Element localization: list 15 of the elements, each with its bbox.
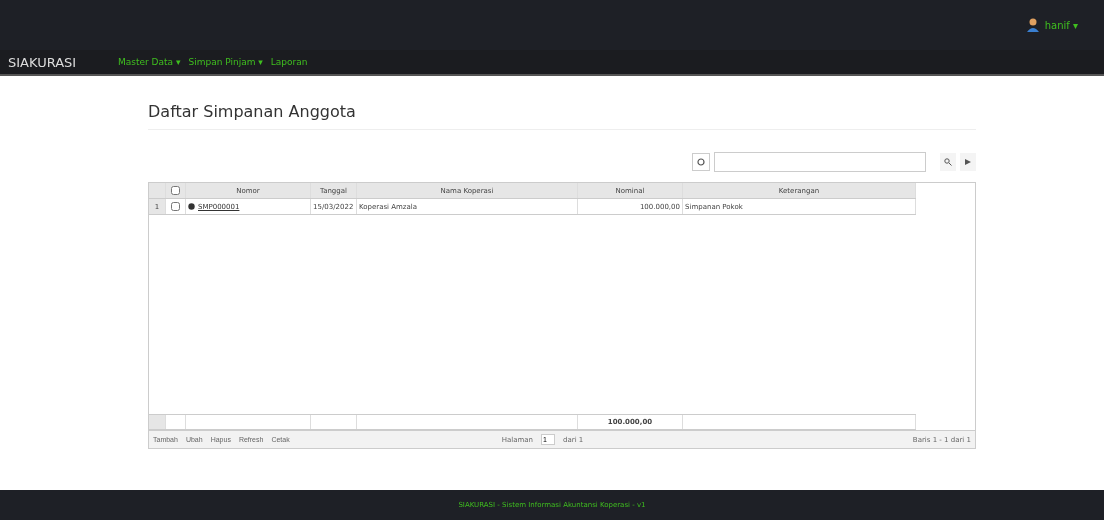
search-field[interactable] (714, 152, 926, 172)
nav-menu-item[interactable]: Master Data ▾ (118, 57, 181, 67)
user-icon (1026, 18, 1039, 32)
page-title: Daftar Simpanan Anggota (148, 102, 976, 130)
play-icon (965, 159, 971, 165)
user-menu[interactable]: hanif ▾ (1044, 19, 1078, 31)
row-checkbox[interactable] (171, 202, 180, 211)
select-all-checkbox[interactable] (171, 186, 180, 195)
nav-menu-item[interactable]: Simpan Pinjam ▾ (188, 57, 263, 67)
coin-icon (188, 203, 195, 210)
app-brand[interactable]: SIAKURASI (0, 54, 118, 70)
search-icon (944, 158, 952, 166)
go-button[interactable] (960, 153, 976, 171)
reset-icon[interactable] (692, 153, 710, 171)
nav-menu-item[interactable]: Laporan (270, 57, 308, 67)
